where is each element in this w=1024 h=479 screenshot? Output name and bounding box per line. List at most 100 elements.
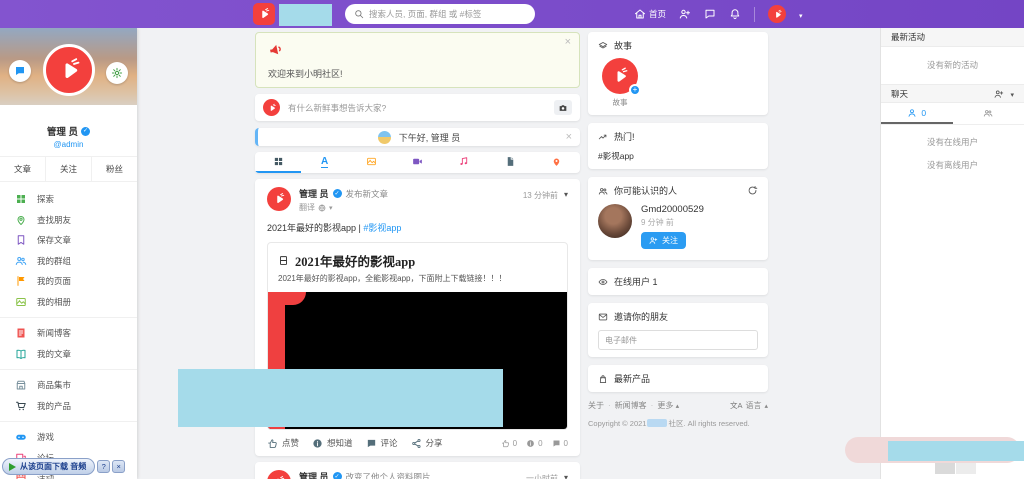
verified-badge-icon [332, 472, 342, 479]
share-button[interactable]: 分享 [411, 437, 443, 449]
suggested-user-name[interactable]: Gmd20000529 [641, 204, 704, 215]
footer-more-link[interactable]: 更多 [657, 400, 679, 411]
download-close-button[interactable]: × [112, 460, 126, 473]
tab-all-posts[interactable] [255, 152, 302, 173]
suggestions-title: 你可能认识的人 [614, 186, 678, 196]
sidebar-item-marketplace[interactable]: 商品集市 [0, 375, 137, 396]
latest-products-card[interactable]: 最新产品 [588, 365, 768, 392]
post-author-avatar[interactable] [267, 470, 291, 479]
chat-tab-online[interactable]: 0 [881, 103, 953, 124]
activity-empty-text: 没有新的活动 [926, 60, 978, 70]
sidebar-item-games[interactable]: 游戏 [0, 427, 137, 448]
sidebar-item-my-pages[interactable]: 我的页面 [0, 271, 137, 292]
post-menu-caret[interactable] [564, 473, 568, 479]
trending-title: 热门! [614, 132, 635, 142]
globe-icon [318, 204, 326, 212]
trending-hashtag-link[interactable]: #影视app [598, 150, 758, 162]
sidebar-item-my-articles[interactable]: 我的文章 [0, 344, 137, 365]
gear-icon [111, 67, 123, 79]
invite-email-input[interactable] [598, 330, 758, 350]
translate-caret[interactable] [329, 203, 333, 212]
wonder-label: 想知道 [327, 438, 353, 448]
suggestions-card: 你可能认识的人 Gmd20000529 9 分钟 前 关注 [588, 177, 768, 260]
translate-link[interactable]: 翻译 [299, 202, 315, 213]
sidebar-item-my-albums[interactable]: 我的相册 [0, 292, 137, 313]
sidebar-item-explore[interactable]: 探索 [0, 189, 137, 210]
sidebar-item-my-groups[interactable]: 我的群组 [0, 251, 137, 272]
profile-menu-caret[interactable] [799, 5, 803, 23]
language-selector[interactable]: 文A 语言 [730, 400, 768, 411]
brand-icon [257, 7, 271, 21]
tab-file-posts[interactable] [487, 152, 533, 173]
close-icon[interactable]: × [565, 37, 571, 48]
copyright-text: Copyright © 2021 社区. All rights reserved. [588, 419, 750, 428]
post-author-avatar[interactable] [267, 187, 291, 211]
composer-placeholder[interactable]: 有什么新鲜事想告诉大家? [288, 102, 546, 114]
bookmark-icon [15, 234, 27, 246]
chat-collapse-caret[interactable] [1010, 89, 1014, 99]
post-menu-caret[interactable] [564, 190, 568, 199]
refresh-icon[interactable] [747, 185, 758, 196]
attach-photo-button[interactable] [554, 100, 572, 115]
download-audio-button[interactable]: 从该页面下载 音频 [2, 458, 96, 475]
caret-up-icon [764, 401, 768, 410]
footer-blog-link[interactable]: 新闻博客 [615, 400, 647, 411]
sidebar-item-my-products[interactable]: 我的产品 [0, 396, 137, 417]
create-story-button[interactable]: + 故事 [598, 58, 642, 108]
post-author-name[interactable]: 管理 员 [299, 187, 329, 200]
add-user-icon[interactable] [994, 89, 1004, 99]
profile-avatar[interactable] [42, 44, 95, 96]
suggested-user-time: 9 分钟 前 [641, 218, 674, 227]
notifications-button[interactable] [729, 8, 741, 20]
chat-tab-groups[interactable] [953, 103, 1024, 124]
footer-about-link[interactable]: 关于 [588, 400, 604, 411]
tab-video-posts[interactable] [394, 152, 440, 173]
redaction-overlay-square [935, 463, 955, 474]
follow-label: 关注 [662, 236, 678, 245]
divider [651, 401, 654, 410]
comment-button[interactable]: 评论 [366, 437, 398, 449]
close-icon[interactable]: × [566, 132, 572, 143]
friend-requests-button[interactable] [679, 8, 691, 20]
comment-icon [366, 438, 377, 449]
follow-button[interactable]: 关注 [641, 232, 686, 249]
tab-place-posts[interactable] [534, 152, 580, 173]
online-users-card[interactable]: 在线用户 1 [588, 268, 768, 295]
profile-handle[interactable]: @admin [0, 140, 137, 149]
tab-music-posts[interactable] [441, 152, 487, 173]
sidebar-item-label: 我的群组 [37, 255, 72, 266]
tab-articles[interactable]: 文章 [0, 157, 45, 181]
profile-name[interactable]: 管理 员 [47, 124, 78, 138]
like-button[interactable]: 点赞 [267, 437, 299, 449]
tab-photo-posts[interactable] [348, 152, 394, 173]
search-input[interactable] [369, 9, 526, 19]
hashtag-link[interactable]: #影视app [363, 223, 401, 233]
messages-button[interactable] [704, 8, 716, 20]
settings-button[interactable] [106, 62, 128, 84]
tab-followers[interactable]: 粉丝 [91, 157, 137, 181]
sidebar-item-find-friends[interactable]: 查找朋友 [0, 210, 137, 231]
wonder-button[interactable]: 想知道 [312, 437, 353, 449]
suggested-user-avatar[interactable] [598, 204, 632, 238]
home-link[interactable]: 首页 [634, 8, 666, 20]
chat-icon [704, 8, 716, 20]
image-icon [15, 296, 27, 308]
sidebar-item-label: 我的文章 [37, 348, 72, 359]
quick-chat-button[interactable] [9, 60, 31, 82]
like-label: 点赞 [282, 438, 300, 448]
composer-avatar[interactable] [263, 99, 280, 116]
app-logo[interactable] [253, 3, 275, 25]
welcome-banner: 欢迎来到小明社区! × [255, 32, 580, 88]
download-help-button[interactable]: ? [97, 460, 111, 473]
tab-following[interactable]: 关注 [45, 157, 91, 181]
sidebar-item-saved-posts[interactable]: 保存文章 [0, 230, 137, 251]
sidebar-item-news-blog[interactable]: 新闻博客 [0, 323, 137, 344]
redaction-overlay-main [178, 369, 503, 427]
topbar-nav: 首页 [634, 0, 803, 28]
right-panel: 最新活动 没有新的活动 聊天 0 没有在线用户 没有离线用户 [880, 28, 1024, 479]
profile-avatar-button[interactable] [768, 5, 787, 23]
post-author-name[interactable]: 管理 员 [299, 470, 329, 479]
tab-text-posts[interactable]: A [301, 152, 347, 173]
redaction-site-name [647, 419, 668, 427]
comment-count: 0 [563, 438, 568, 448]
